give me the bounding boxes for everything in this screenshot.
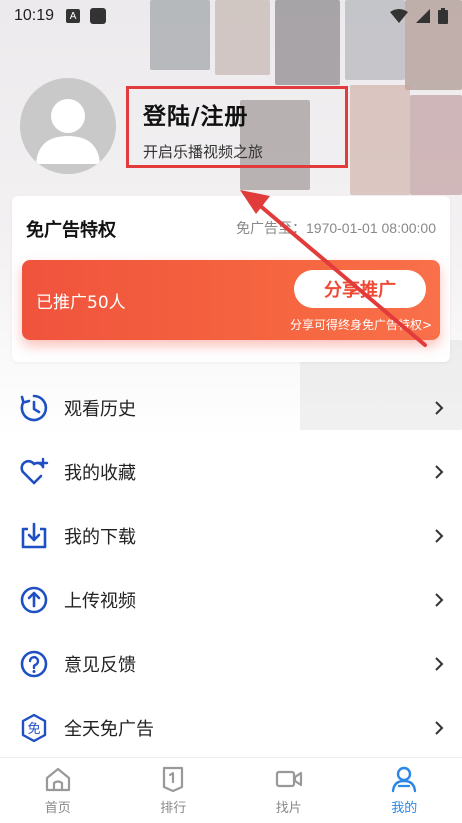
- nav-label-ranking: 排行: [160, 801, 187, 816]
- history-icon: [18, 392, 50, 424]
- menu-list: 观看历史 我的收藏 我的下载 上传视频 意见反馈 免 全天免广告: [0, 376, 462, 760]
- favorite-heart-icon: [18, 456, 50, 488]
- user-icon: [392, 766, 417, 793]
- login-title[interactable]: 登陆/注册: [143, 97, 331, 131]
- nav-label-mine: 我的: [391, 801, 418, 816]
- chevron-right-icon: [435, 401, 444, 415]
- login-subtitle: 开启乐播视频之旅: [143, 143, 264, 161]
- download-icon: [18, 520, 50, 552]
- svg-text:免: 免: [27, 722, 40, 737]
- menu-item-favorites[interactable]: 我的收藏: [0, 440, 462, 504]
- bottom-nav: 首页 排行 找片 我的: [0, 757, 462, 823]
- nav-item-home[interactable]: 首页: [0, 758, 116, 823]
- notification-square-icon: [90, 8, 107, 24]
- default-avatar-icon: [36, 99, 100, 164]
- nav-label-home: 首页: [44, 801, 71, 816]
- menu-label-feedback: 意见反馈: [64, 655, 136, 676]
- menu-item-upload[interactable]: 上传视频: [0, 568, 462, 632]
- poster-thumbnail: [350, 85, 410, 195]
- menu-label-upload: 上传视频: [64, 591, 136, 612]
- ad-free-card: 免广告特权 免广告至：1970-01-01 08:00:00 已推广50人 分享…: [12, 196, 450, 362]
- nav-item-discover[interactable]: 找片: [231, 758, 347, 823]
- menu-label-history: 观看历史: [64, 399, 136, 420]
- video-camera-icon: [275, 770, 302, 788]
- menu-label-ad-free: 全天免广告: [64, 719, 154, 740]
- share-note-link[interactable]: 分享可得终身免广告特权>: [290, 316, 432, 333]
- nav-item-mine[interactable]: 我的: [347, 758, 462, 823]
- nav-item-ranking[interactable]: 排行: [116, 758, 232, 823]
- poster-thumbnail: [410, 95, 462, 195]
- upload-icon: [18, 584, 50, 616]
- menu-item-feedback[interactable]: 意见反馈: [0, 632, 462, 696]
- battery-icon: [438, 8, 448, 24]
- home-icon: [45, 767, 70, 792]
- chevron-right-icon: [435, 465, 444, 479]
- chevron-right-icon: [435, 657, 444, 671]
- chevron-right-icon: [435, 721, 444, 735]
- menu-label-downloads: 我的下载: [64, 527, 136, 548]
- ad-free-badge-icon: 免: [18, 712, 50, 744]
- menu-item-ad-free[interactable]: 免 全天免广告: [0, 696, 462, 760]
- menu-item-downloads[interactable]: 我的下载: [0, 504, 462, 568]
- promoted-count: 已推广50人: [36, 293, 126, 313]
- notification-a-icon: A: [66, 9, 81, 23]
- chevron-right-icon: [435, 593, 444, 607]
- promotion-banner[interactable]: 已推广50人 分享推广 分享可得终身免广告特权>: [22, 260, 440, 340]
- share-promote-button[interactable]: 分享推广: [294, 270, 426, 308]
- ranking-icon: [163, 766, 184, 793]
- ad-free-expiry: 免广告至：1970-01-01 08:00:00: [236, 220, 436, 236]
- feedback-question-icon: [18, 648, 50, 680]
- ad-free-title: 免广告特权: [26, 220, 116, 241]
- menu-label-favorites: 我的收藏: [64, 463, 136, 484]
- nav-label-discover: 找片: [275, 801, 302, 816]
- status-bar: 10:19 A: [0, 0, 462, 32]
- cellular-signal-icon: [416, 9, 430, 23]
- wifi-icon: [390, 9, 408, 23]
- login-register-box[interactable]: 登陆/注册 开启乐播视频之旅: [126, 86, 348, 168]
- status-time: 10:19: [14, 7, 55, 24]
- menu-item-history[interactable]: 观看历史: [0, 376, 462, 440]
- avatar[interactable]: [20, 78, 116, 174]
- chevron-right-icon: [435, 529, 444, 543]
